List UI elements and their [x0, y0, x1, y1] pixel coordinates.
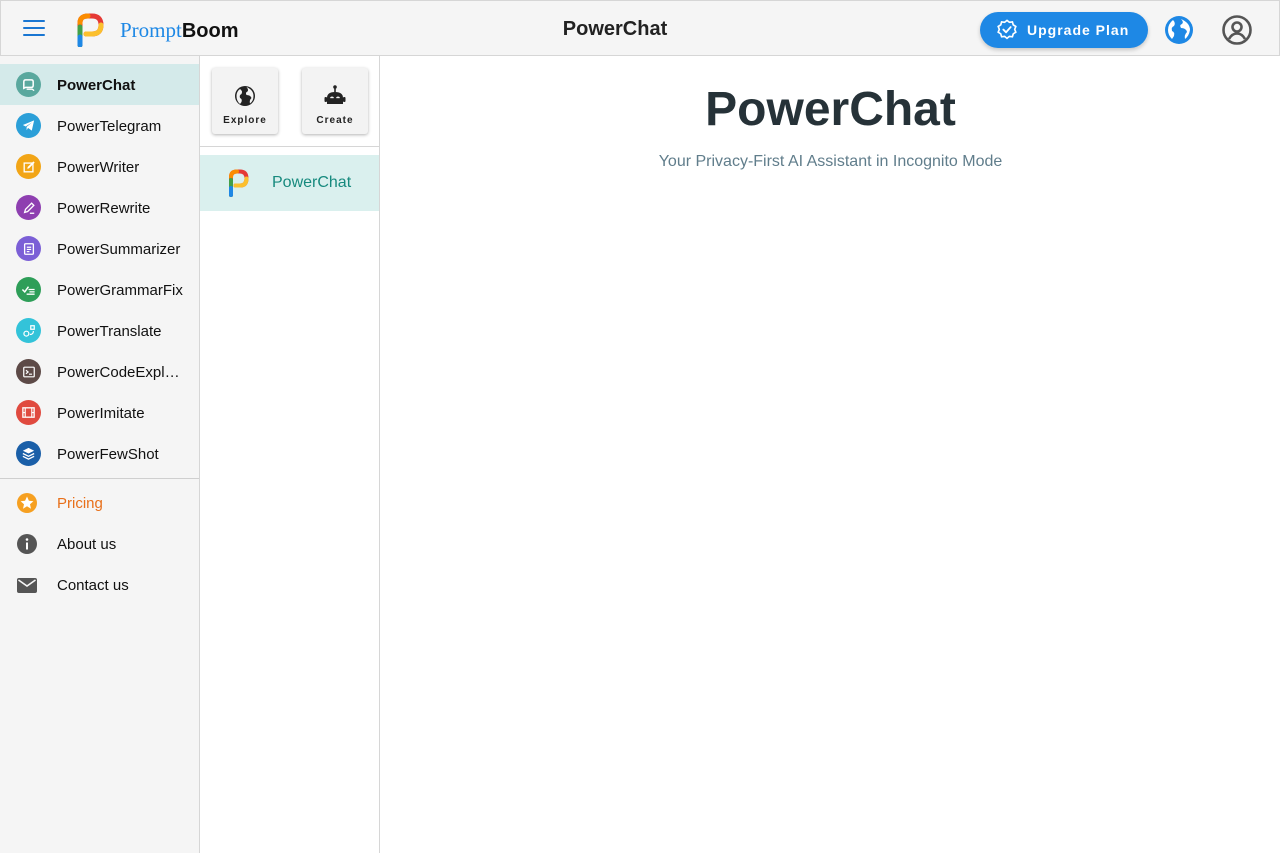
explore-tile[interactable]: Explore: [212, 68, 278, 134]
robot-icon: [324, 85, 346, 104]
sidebar-item-powerwriter[interactable]: PowerWriter: [0, 146, 199, 187]
star-icon: [17, 493, 37, 513]
terminal-icon: [16, 359, 41, 384]
bot-item-label: PowerChat: [272, 174, 352, 191]
create-label: Create: [316, 115, 354, 126]
chat-title: PowerChat: [705, 83, 956, 136]
sidebar-item-about-us[interactable]: About us: [0, 524, 199, 565]
sidebar-item-label: PowerCodeExpla…: [57, 364, 187, 381]
edit-icon: [16, 154, 41, 179]
sidebar-item-contact-us[interactable]: Contact us: [0, 565, 199, 606]
sidebar-item-label: PowerGrammarFix: [57, 282, 183, 299]
pen-icon: [16, 195, 41, 220]
sidebar-item-label: PowerFewShot: [57, 446, 159, 463]
grammar-check-icon: [16, 277, 41, 302]
sidebar-item-label: PowerSummarizer: [57, 241, 181, 258]
sidebar-item-label: Contact us: [57, 577, 129, 594]
sidebar-item-powercodeexplainer[interactable]: PowerCodeExpla…: [0, 351, 199, 392]
chat-main-area: PowerChat Your Privacy-First AI Assistan…: [381, 56, 1280, 853]
sidebar-item-powerfewshot[interactable]: PowerFewShot: [0, 433, 199, 474]
sidebar-item-label: PowerTelegram: [57, 118, 162, 135]
promptboom-logo: [229, 169, 249, 197]
sidebar-item-label: PowerWriter: [57, 159, 140, 176]
bot-list-panel: Explore Create PowerChat: [200, 56, 380, 853]
globe-icon: [235, 86, 255, 106]
document-icon: [16, 236, 41, 261]
sidebar-item-powersummarizer[interactable]: PowerSummarizer: [0, 228, 199, 269]
sidebar-item-powergrammarfix[interactable]: PowerGrammarFix: [0, 269, 199, 310]
sidebar-item-label: PowerChat: [57, 77, 136, 94]
layers-icon: [16, 441, 41, 466]
chat-icon: [16, 72, 41, 97]
explore-label: Explore: [223, 115, 267, 126]
telegram-icon: [16, 113, 41, 138]
upgrade-plan-button[interactable]: Upgrade Plan: [980, 12, 1148, 48]
sidebar-divider: [0, 478, 199, 479]
sidebar-item-powerchat[interactable]: PowerChat: [0, 64, 199, 105]
sidebar-item-label: PowerRewrite: [57, 200, 151, 217]
sidebar-item-powertelegram[interactable]: PowerTelegram: [0, 105, 199, 146]
sidebar: PowerChat PowerTelegram PowerWriter Powe…: [0, 56, 200, 853]
sidebar-item-pricing[interactable]: Pricing: [0, 483, 199, 524]
mail-icon: [17, 578, 37, 593]
upgrade-plan-label: Upgrade Plan: [1027, 22, 1130, 38]
translate-icon: [16, 318, 41, 343]
create-tile[interactable]: Create: [302, 68, 368, 134]
verified-badge-icon: [997, 19, 1017, 40]
bot-item-powerchat[interactable]: PowerChat: [200, 155, 379, 211]
language-globe-icon[interactable]: [1164, 15, 1194, 45]
sidebar-item-label: About us: [57, 536, 117, 553]
sidebar-item-powerrewrite[interactable]: PowerRewrite: [0, 187, 199, 228]
sidebar-item-powerimitate[interactable]: PowerImitate: [0, 392, 199, 433]
panel-divider: [200, 146, 379, 147]
sidebar-item-label: PowerImitate: [57, 405, 145, 422]
sidebar-item-label: Pricing: [57, 495, 103, 512]
sidebar-item-label: PowerTranslate: [57, 323, 162, 340]
chat-subtitle: Your Privacy-First AI Assistant in Incog…: [658, 153, 1003, 170]
film-icon: [16, 400, 41, 425]
account-circle-icon[interactable]: [1221, 14, 1253, 46]
info-icon: [17, 534, 37, 554]
sidebar-item-powertranslate[interactable]: PowerTranslate: [0, 310, 199, 351]
top-app-bar: PromptBoom PowerChat Upgrade Plan: [0, 0, 1280, 56]
